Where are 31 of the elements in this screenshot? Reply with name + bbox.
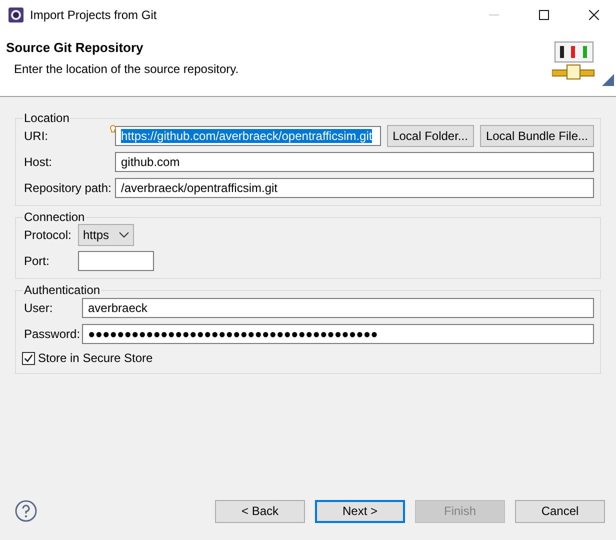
page-title: Source Git Repository: [6, 40, 144, 55]
text-field[interactable]: https://github.com/averbraeck/opentrafficsim.git: [115, 126, 381, 146]
field-label: Protocol:: [24, 228, 72, 242]
checkbox-label: Store in Secure Store: [38, 351, 153, 365]
field-label: URI:: [24, 129, 49, 143]
app-icon: [8, 7, 24, 23]
help-icon[interactable]: [15, 500, 37, 522]
close-icon[interactable]: [589, 10, 599, 20]
dialog-button[interactable]: Next >: [315, 500, 405, 522]
window-title: Import Projects from Git: [30, 8, 157, 22]
chevron-down-icon: [119, 232, 129, 238]
group-title: Connection: [23, 210, 86, 224]
field-label: User:: [24, 301, 54, 315]
text-field[interactable]: github.com: [115, 152, 594, 172]
field-label: Repository path:: [24, 181, 109, 195]
dialog-button[interactable]: < Back: [215, 500, 305, 522]
field-label: Port:: [24, 254, 50, 268]
field-label: Host:: [24, 155, 54, 169]
page-description: Enter the location of the source repository.: [14, 62, 239, 76]
maximize-icon[interactable]: [539, 10, 549, 20]
group-title: Authentication: [23, 283, 102, 297]
browse-button[interactable]: Local Folder...: [386, 125, 474, 147]
text-field[interactable]: ●●●●●●●●●●●●●●●●●●●●●●●●●●●●●●●●●●●●●●●●: [82, 324, 594, 344]
protocol-dropdown[interactable]: https: [78, 224, 134, 246]
dialog-button[interactable]: Cancel: [515, 500, 605, 522]
checkbox[interactable]: [22, 352, 35, 364]
browse-button[interactable]: Local Bundle File...: [480, 125, 594, 147]
text-field[interactable]: /averbraeck/opentrafficsim.git: [115, 178, 594, 198]
port-field[interactable]: [78, 251, 154, 271]
group-title: Location: [23, 111, 70, 125]
text-field[interactable]: averbraeck: [82, 298, 594, 318]
